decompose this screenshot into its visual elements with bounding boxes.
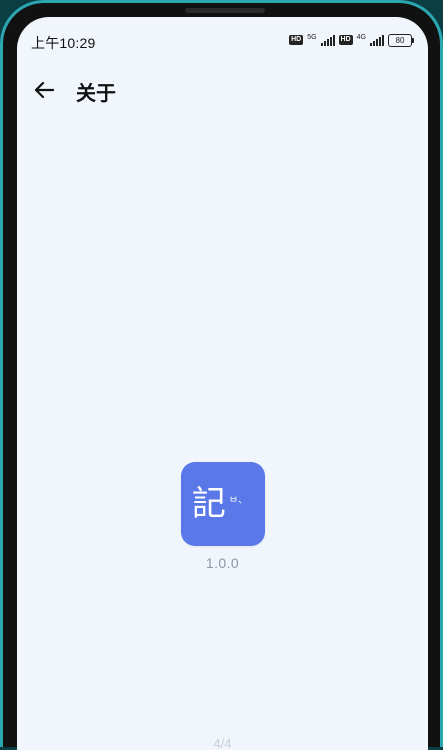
earpiece <box>185 8 265 13</box>
network-type-label: 5G <box>307 33 317 41</box>
app-bar: 关于 <box>17 69 428 109</box>
page-title: 关于 <box>76 83 116 105</box>
logo-subglyph: ㅂ、 <box>228 495 249 506</box>
app-screen: 上午10:29 HD 5G HD 4G 80 关于 記 ㅂ、 1.0.0 4/4 <box>17 17 428 750</box>
hd-badge: HD <box>289 35 304 45</box>
status-bar: 上午10:29 HD 5G HD 4G 80 <box>17 17 428 61</box>
page-indicator: 4/4 <box>213 736 232 750</box>
network-type-label: 4G <box>356 33 366 41</box>
back-button[interactable] <box>29 75 59 105</box>
app-logo: 記 ㅂ、 <box>181 462 265 546</box>
signal-icon <box>320 34 335 46</box>
arrow-left-icon <box>34 81 54 99</box>
app-version: 1.0.0 <box>205 555 240 571</box>
logo-glyph: 記 <box>191 484 226 524</box>
hd-badge: HD <box>338 35 353 45</box>
status-time: 上午10:29 <box>31 35 96 51</box>
status-icons: HD 5G HD 4G 80 <box>289 33 414 47</box>
signal-icon <box>370 34 384 46</box>
phone-frame: 上午10:29 HD 5G HD 4G 80 关于 記 ㅂ、 1.0.0 4/4 <box>0 0 443 750</box>
battery-icon: 80 <box>388 33 414 47</box>
